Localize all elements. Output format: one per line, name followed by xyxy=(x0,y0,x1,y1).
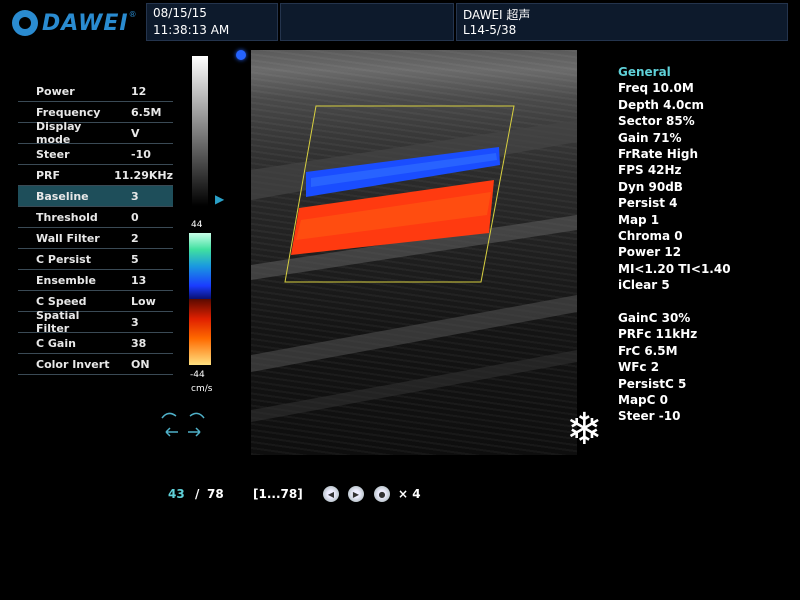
grayscale-marker-icon: ▶ xyxy=(215,192,225,206)
color-info-line: MapC 0 xyxy=(618,393,668,408)
info-line: Dyn 90dB xyxy=(618,179,683,194)
param-name: C Speed xyxy=(36,294,87,308)
cine-frame-separator: / xyxy=(195,487,200,501)
param-value: 3 xyxy=(131,315,139,329)
param-name: Power xyxy=(36,84,75,98)
color-info-line: Steer -10 xyxy=(618,409,681,424)
param-row[interactable]: Spatial Filter 3 xyxy=(18,309,173,335)
general-info-panel: General Freq 10.0M Depth 4.0cm Sector 85% G… xyxy=(618,64,731,294)
param-value: 12 xyxy=(131,84,147,98)
cine-frame-range: [1...78] xyxy=(253,487,303,501)
param-row[interactable]: C Gain 38 xyxy=(18,333,173,354)
color-info-line: WFc 2 xyxy=(618,360,660,375)
info-line: Freq 10.0M xyxy=(618,81,694,96)
color-scale-max: 44 xyxy=(191,220,203,230)
color-info-line: PersistC 5 xyxy=(618,376,687,391)
param-value: 2 xyxy=(131,231,139,245)
forward-button[interactable]: ● xyxy=(374,486,390,502)
device-info-box: DAWEI 超声 L14-5/38 xyxy=(456,3,788,41)
info-line: MI<1.20 TI<1.40 xyxy=(618,261,731,276)
rewind-icon: ◀ xyxy=(327,489,335,499)
color-info-line: GainC 30% xyxy=(618,311,691,325)
probe-orientation-icon[interactable] xyxy=(158,408,208,442)
info-line: Map 1 xyxy=(618,212,660,227)
param-name: Display mode xyxy=(36,120,82,146)
time-text: 11:38:13 AM xyxy=(153,23,230,37)
ultrasound-image[interactable] xyxy=(251,50,577,455)
param-row[interactable]: Steer -10 xyxy=(18,144,173,165)
info-line: Persist 4 xyxy=(618,196,678,211)
cine-current-frame: 43 xyxy=(168,487,185,501)
device-name: DAWEI 超声 xyxy=(463,8,531,22)
info-line: Depth 4.0cm xyxy=(618,97,705,112)
color-info-line: PRFc 11kHz xyxy=(618,327,698,342)
param-row[interactable]: Color Invert ON xyxy=(18,354,173,375)
info-line: FrRate High xyxy=(618,147,699,162)
param-value: 13 xyxy=(131,273,147,287)
param-value: V xyxy=(131,126,140,140)
date-text: 08/15/15 xyxy=(153,6,207,20)
grayscale-bar xyxy=(192,56,208,206)
info-line: Sector 85% xyxy=(618,114,695,129)
info-line: FPS 42Hz xyxy=(618,163,682,178)
param-row[interactable]: Ensemble 13 xyxy=(18,270,173,291)
param-value: Low xyxy=(131,294,156,308)
cine-total-frames: 78 xyxy=(207,487,224,501)
param-name: Baseline xyxy=(36,189,89,203)
param-row[interactable]: PRF 11.29KHz xyxy=(18,165,173,186)
param-name: Ensemble xyxy=(36,273,96,287)
param-name: Frequency xyxy=(36,105,101,119)
param-row[interactable]: Power 12 xyxy=(18,81,173,102)
param-value: 38 xyxy=(131,336,147,350)
param-value: -10 xyxy=(131,147,151,161)
param-name: Spatial Filter xyxy=(36,309,80,335)
param-value: 5 xyxy=(131,252,139,266)
param-name: PRF xyxy=(36,168,61,182)
brand-logo: DAWEI ® xyxy=(12,8,147,38)
color-info-panel: GainC 30% PRFc 11kHz FrC 6.5M WFc 2 PersistC… xyxy=(618,310,697,425)
color-velocity-bar xyxy=(189,233,211,365)
param-row[interactable]: Wall Filter 2 xyxy=(18,228,173,249)
info-line: Chroma 0 xyxy=(618,229,683,244)
cine-speed: × 4 xyxy=(398,487,421,501)
param-value: ON xyxy=(131,357,150,371)
param-row[interactable]: Threshold 0 xyxy=(18,207,173,228)
param-row[interactable]: Display mode V xyxy=(18,120,173,146)
param-name: C Gain xyxy=(36,336,76,350)
logo-mark-icon xyxy=(12,10,38,36)
color-scale-min: -44 xyxy=(190,370,205,380)
param-name: Wall Filter xyxy=(36,231,100,245)
param-value: 3 xyxy=(131,189,139,203)
probe-orientation-dot xyxy=(236,50,246,60)
forward-icon: ● xyxy=(378,489,386,499)
param-value: 6.5M xyxy=(131,105,162,119)
probe-info: L14-5/38 xyxy=(463,23,517,37)
param-row[interactable]: Baseline 3 xyxy=(18,186,173,207)
parameter-list: Power 12 Frequency 6.5M Display mode V Steer -1… xyxy=(18,81,173,375)
param-value: 11.29KHz xyxy=(114,168,173,182)
play-icon: ▶ xyxy=(352,489,360,499)
info-line: iClear 5 xyxy=(618,278,670,293)
param-name: Threshold xyxy=(36,210,98,224)
param-value: 0 xyxy=(131,210,139,224)
patient-info-box xyxy=(280,3,454,41)
date-time-box: 08/15/15 11:38:13 AM xyxy=(146,3,278,41)
info-heading: General xyxy=(618,65,671,79)
color-info-line: FrC 6.5M xyxy=(618,343,678,358)
color-scale-unit: cm/s xyxy=(191,384,213,394)
param-name: Steer xyxy=(36,147,70,161)
play-button[interactable]: ▶ xyxy=(348,486,364,502)
image-overlay xyxy=(251,105,577,422)
param-name: C Persist xyxy=(36,252,91,266)
param-name: Color Invert xyxy=(36,357,110,371)
info-line: Power 12 xyxy=(618,245,682,260)
info-line: Gain 71% xyxy=(618,130,682,145)
brand-name: DAWEI xyxy=(42,10,129,36)
rewind-button[interactable]: ◀ xyxy=(323,486,339,502)
param-row[interactable]: C Persist 5 xyxy=(18,249,173,270)
snowflake-icon[interactable]: ❄ xyxy=(566,408,603,452)
